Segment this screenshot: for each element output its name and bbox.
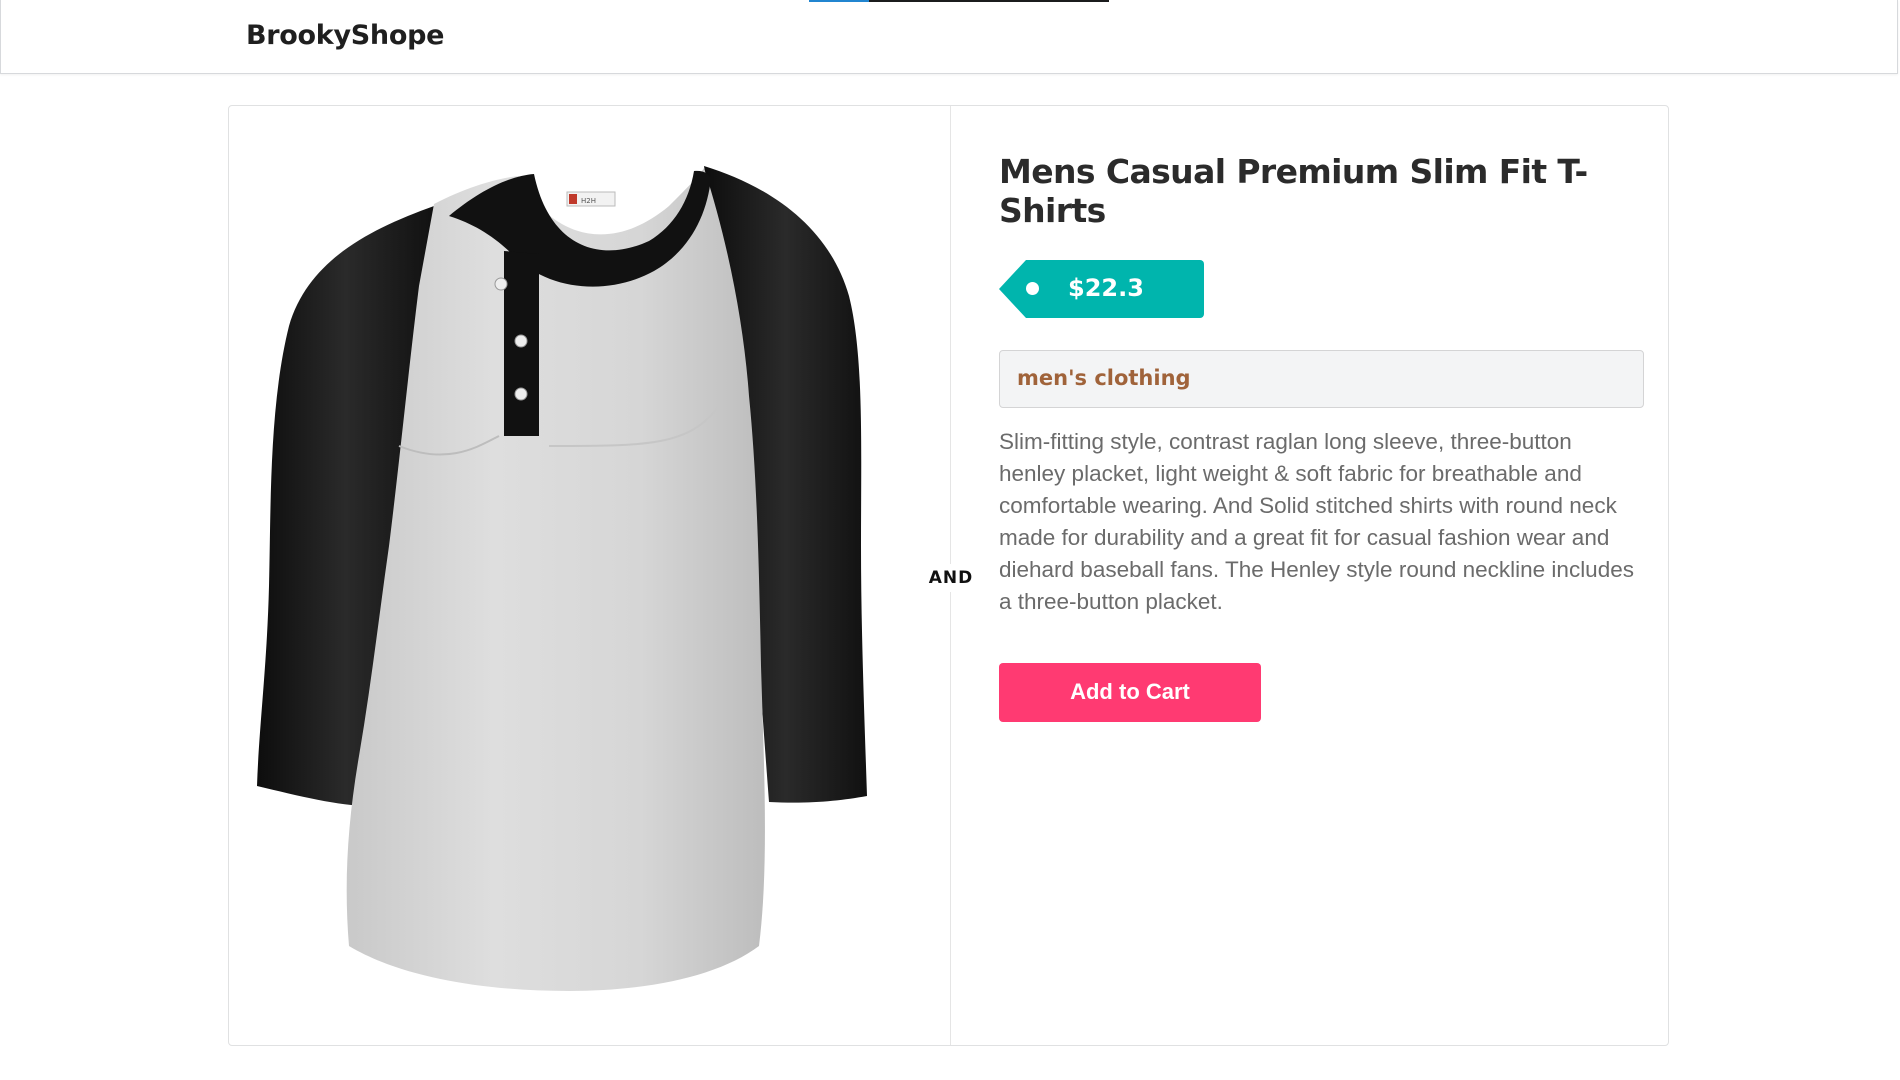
divider-label: AND <box>925 564 977 592</box>
price-tag: $22.3 <box>999 260 1204 318</box>
shirt-tag-text: H2H <box>581 197 596 205</box>
product-details: Mens Casual Premium Slim Fit T-Shirts $2… <box>999 146 1644 722</box>
add-to-cart-button[interactable]: Add to Cart <box>999 662 1261 722</box>
brand-logo-text[interactable]: BrookyShope <box>246 20 444 51</box>
top-navbar: BrookyShope <box>0 0 1898 74</box>
product-description: Slim-fitting style, contrast raglan long… <box>999 429 1634 614</box>
nav-loading-indicator <box>809 0 1109 2</box>
product-image: H2H <box>257 166 867 991</box>
tag-hole-icon <box>1026 282 1039 295</box>
product-detail-card: H2H AND Mens Casual Premium Slim Fit T-S… <box>228 105 1669 1046</box>
product-title: Mens Casual Premium Slim Fit T-Shirts <box>999 152 1588 230</box>
price-value: $22.3 <box>1068 274 1144 302</box>
category-label: men's clothing <box>999 350 1644 408</box>
